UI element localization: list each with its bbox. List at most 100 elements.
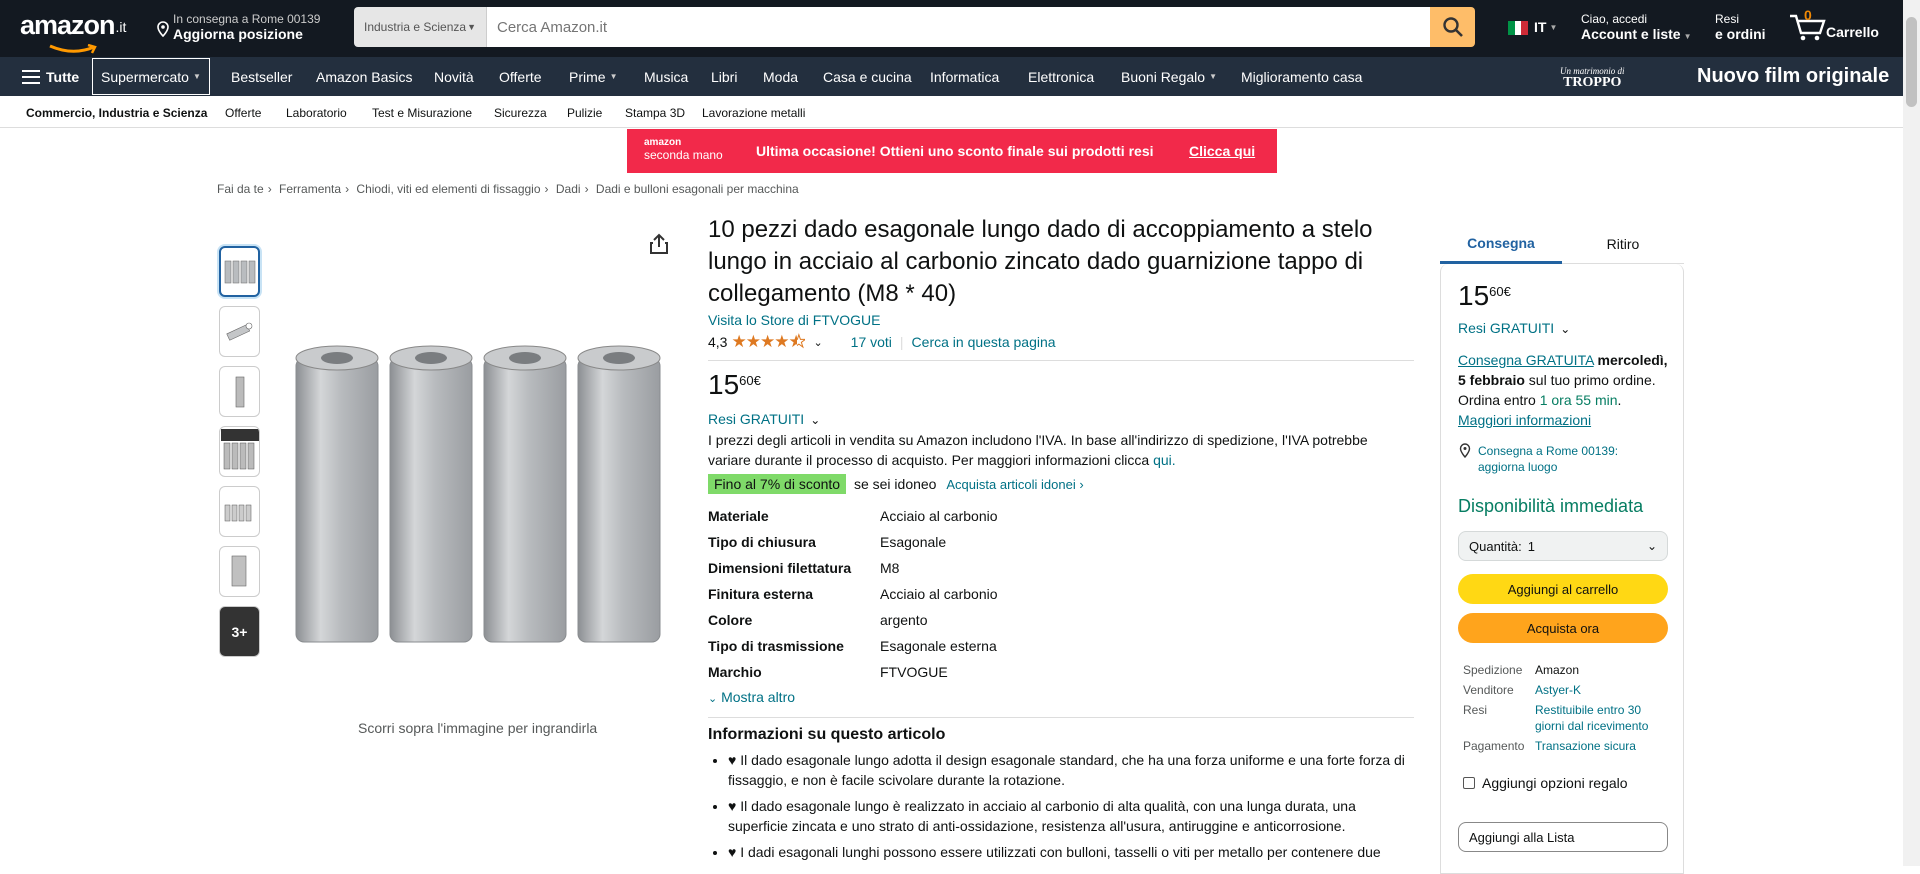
breadcrumb-item[interactable]: Dadi <box>556 182 581 196</box>
thumbnail-6[interactable] <box>219 546 260 597</box>
free-delivery-link[interactable]: Consegna GRATUITA <box>1458 352 1594 368</box>
nav-item-offerte[interactable]: Offerte <box>499 57 542 96</box>
chevron-right-icon: › <box>584 182 589 196</box>
banner-link[interactable]: Clicca qui <box>1189 143 1255 159</box>
more-thumbs-label: 3+ <box>231 623 248 640</box>
nav-label: Musica <box>644 68 689 85</box>
chevron-down-icon[interactable]: ⌄ <box>810 413 820 427</box>
amazon-logo[interactable]: amazon .it <box>20 10 127 54</box>
thumbnail-5[interactable] <box>219 486 260 537</box>
search-input[interactable] <box>487 7 1430 47</box>
logo-tld: .it <box>115 19 127 35</box>
subnav-item[interactable]: Pulizie <box>567 106 602 120</box>
nav-item-informatica[interactable]: Informatica <box>930 57 999 96</box>
nav-item-casa-e-cucina[interactable]: Casa e cucina <box>823 57 912 96</box>
location-line2: Aggiorna posizione <box>173 26 303 42</box>
spec-row: Materiale Acciaio al carbonio <box>708 503 998 529</box>
product-main-image[interactable] <box>290 340 670 650</box>
thumbnail-1[interactable] <box>219 246 260 297</box>
account-lists: Account e liste <box>1581 26 1681 42</box>
promo-logo[interactable]: Un matrimonio di TROPPO <box>1560 57 1625 96</box>
subnav-item[interactable]: Commercio, Industria e Scienza <box>26 106 207 120</box>
search-button[interactable] <box>1430 7 1475 47</box>
nav-item-amazon-basics[interactable]: Amazon Basics <box>316 57 412 96</box>
votes-link[interactable]: 17 voti <box>851 334 892 350</box>
chevron-down-icon[interactable]: ⌄ <box>1560 322 1570 336</box>
chevron-right-icon: › <box>544 182 549 196</box>
account-menu[interactable]: Ciao, accedi Account e liste ▼ <box>1581 12 1692 44</box>
page-scrollbar[interactable] <box>1903 0 1920 866</box>
payment-link[interactable]: Transazione sicura <box>1535 738 1636 754</box>
star-rating-icon[interactable]: ★★★★★★ <box>731 332 805 352</box>
cart-button[interactable]: 0 Carrello <box>1788 8 1879 42</box>
returns-link[interactable]: Resi GRATUITI <box>708 411 804 427</box>
nav-item-supermercato[interactable]: Supermercato ▼ <box>92 58 210 95</box>
thumbnail-2[interactable] <box>219 306 260 357</box>
subnav-item[interactable]: Stampa 3D <box>625 106 685 120</box>
product-details: 10 pezzi dado esagonale lungo dado di ac… <box>708 214 1414 868</box>
nav-label: Amazon Basics <box>316 68 413 85</box>
more-info-link[interactable]: Maggiori informazioni <box>1458 412 1591 428</box>
nav-label: Novità <box>434 68 474 85</box>
gift-option[interactable]: Aggiungi opzioni regalo <box>1458 775 1668 791</box>
promo-banner[interactable]: amazon seconda mano Ultima occasione! Ot… <box>627 129 1277 173</box>
nav-item-elettronica[interactable]: Elettronica <box>1028 57 1094 96</box>
buybox-returns-link[interactable]: Resi GRATUITI <box>1458 320 1554 336</box>
subnav-item[interactable]: Sicurezza <box>494 106 547 120</box>
nav-label: Moda <box>763 68 799 85</box>
store-link[interactable]: Visita lo Store di FTVOGUE <box>708 312 880 328</box>
chevron-down-icon[interactable]: ⌄ <box>813 336 822 349</box>
returns-policy-link[interactable]: Restituibile entro 30 giorni dal ricevim… <box>1535 702 1660 734</box>
about-bullet: ♥ I dadi esagonali lunghi possono essere… <box>728 842 1414 862</box>
subnav-item[interactable]: Lavorazione metalli <box>702 106 805 120</box>
gift-checkbox[interactable] <box>1463 777 1475 789</box>
orders-link[interactable]: Resi e ordini <box>1715 12 1766 43</box>
chevron-right-icon: › <box>345 182 350 196</box>
rating-value: 4,3 <box>708 334 728 350</box>
quantity-select[interactable]: Quantità: 1 ⌄ <box>1458 531 1668 561</box>
thumbnail-4[interactable] <box>219 426 260 477</box>
divider <box>708 360 1414 361</box>
vat-link[interactable]: qui. <box>1153 452 1176 468</box>
tab-consegna[interactable]: Consegna <box>1440 224 1562 264</box>
breadcrumb-item[interactable]: Dadi e bulloni esagonali per macchina <box>596 182 799 196</box>
subnav-item[interactable]: Test e Misurazione <box>372 106 472 120</box>
promo-headline[interactable]: Nuovo film originale <box>1697 57 1889 96</box>
breadcrumb-item[interactable]: Fai da te <box>217 182 264 196</box>
nav-item-buoni-regalo[interactable]: Buoni Regalo ▼ <box>1121 57 1217 96</box>
subnav-item[interactable]: Offerte <box>225 106 261 120</box>
seller-link[interactable]: Astyer-K <box>1535 682 1581 698</box>
tab-ritiro[interactable]: Ritiro <box>1562 224 1684 264</box>
subnav-item[interactable]: Laboratorio <box>286 106 347 120</box>
delivery-location[interactable]: In consegna a Rome 00139 Aggiorna posizi… <box>155 12 320 42</box>
thumbnail-more[interactable]: 3+ <box>219 606 260 657</box>
search-page-link[interactable]: Cerca in questa pagina <box>912 334 1056 350</box>
caret-down-icon: ▼ <box>1209 72 1217 81</box>
nav-item-miglioramento-casa[interactable]: Miglioramento casa <box>1241 57 1362 96</box>
scrollbar-thumb[interactable] <box>1906 17 1917 107</box>
product-title: 10 pezzi dado esagonale lungo dado di ac… <box>708 216 1373 307</box>
deliver-to-link[interactable]: Consegna a Rome 00139: aggiorna luogo <box>1458 443 1668 475</box>
language-selector[interactable]: IT ▼ <box>1508 20 1557 35</box>
separator: | <box>899 334 904 350</box>
show-more-button[interactable]: ⌄ Mostra altro <box>708 687 1414 709</box>
nav-item-novita[interactable]: Novità <box>434 57 474 96</box>
breadcrumb-item[interactable]: Ferramenta <box>279 182 341 196</box>
nav-item-prime[interactable]: Prime ▼ <box>569 57 617 96</box>
search-category-select[interactable]: Industria e Scienza ▼ <box>354 7 487 47</box>
deal-link[interactable]: Acquista articoli idonei › <box>946 477 1083 492</box>
chevron-right-icon: › <box>267 182 272 196</box>
breadcrumb-item[interactable]: Chiodi, viti ed elementi di fissaggio <box>356 182 540 196</box>
spec-value: Acciaio al carbonio <box>880 586 998 602</box>
nav-item-bestseller[interactable]: Bestseller <box>231 57 292 96</box>
all-menu-button[interactable]: Tutte <box>22 57 79 96</box>
buy-now-button[interactable]: Acquista ora <box>1458 613 1668 643</box>
thumbnail-3[interactable] <box>219 366 260 417</box>
nav-item-libri[interactable]: Libri <box>711 57 737 96</box>
nav-item-musica[interactable]: Musica <box>644 57 688 96</box>
add-to-cart-button[interactable]: Aggiungi al carrello <box>1458 574 1668 604</box>
add-to-list-button[interactable]: Aggiungi alla Lista <box>1458 822 1668 852</box>
share-button[interactable] <box>648 232 670 261</box>
hamburger-icon <box>22 69 40 84</box>
nav-item-moda[interactable]: Moda <box>763 57 798 96</box>
